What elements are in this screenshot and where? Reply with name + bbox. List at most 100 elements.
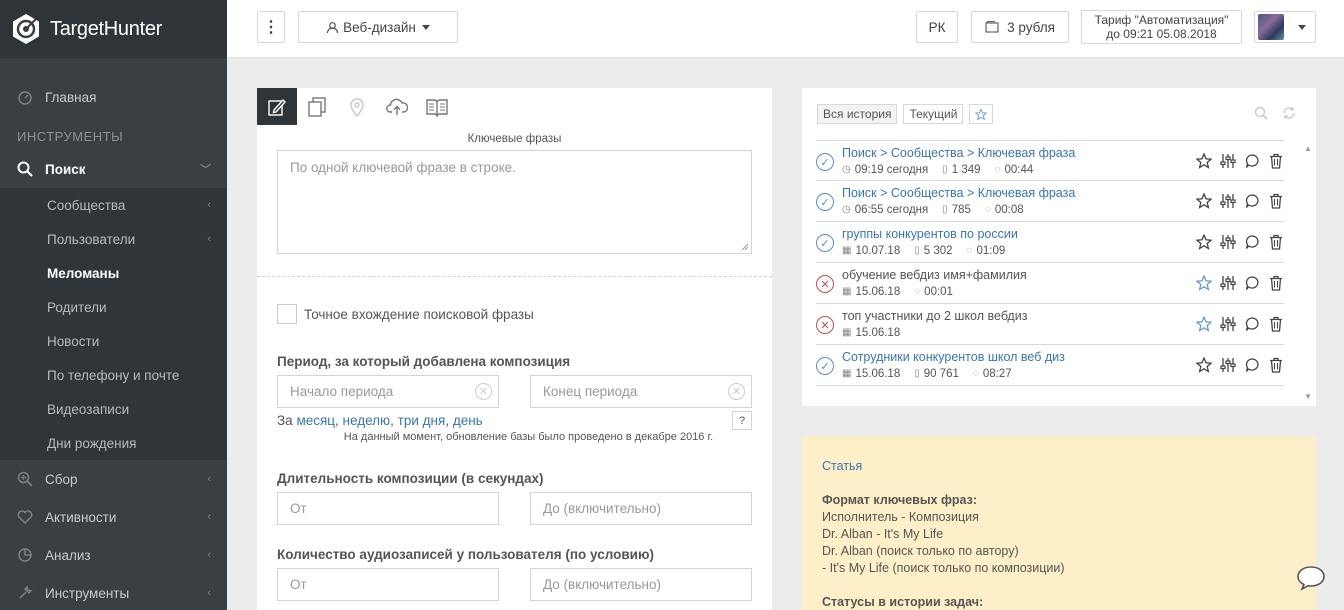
status-success-icon: ✓ — [816, 357, 834, 375]
scroll-up-icon[interactable]: ▲ — [1304, 144, 1312, 153]
subnav-users[interactable]: Пользователи ‹ — [0, 222, 227, 256]
scroll-down-icon[interactable]: ▼ — [1304, 392, 1312, 401]
subnav-birthdays[interactable]: Дни рождения — [0, 426, 227, 460]
clear-icon[interactable]: ✕ — [475, 383, 492, 400]
tab-location[interactable] — [337, 88, 377, 125]
calendar-icon: ▦ — [842, 286, 852, 297]
subnav-parents[interactable]: Родители — [0, 290, 227, 324]
nav-search-label: Поиск — [45, 161, 86, 177]
nav-tools[interactable]: Инструменты ‹ — [0, 574, 227, 610]
comment-icon[interactable] — [1244, 234, 1260, 250]
nav-home[interactable]: Главная — [0, 78, 227, 116]
star-icon[interactable] — [1196, 193, 1212, 209]
tab-keyphrases[interactable] — [257, 88, 297, 125]
history-row: ✕ топ участники до 2 школ вебдиз ▦ 15.06.18 — [816, 304, 1284, 345]
history-tab-current[interactable]: Текущий — [903, 104, 964, 124]
trash-icon[interactable] — [1268, 357, 1284, 373]
nav-activity-label: Активности — [45, 509, 117, 525]
chevron-left-icon: ‹ — [207, 549, 211, 561]
keyphrases-textarea[interactable]: По одной ключевой фразе в строке. — [277, 150, 752, 254]
heart-icon — [17, 510, 33, 525]
comment-icon[interactable] — [1244, 275, 1260, 291]
clear-icon[interactable]: ✕ — [728, 383, 745, 400]
logo-text: TargetHunter — [50, 17, 163, 40]
star-icon[interactable] — [1196, 316, 1212, 332]
comment-icon[interactable] — [1244, 316, 1260, 332]
resize-handle-icon[interactable] — [741, 243, 749, 251]
quick-3days-link[interactable]: три дня — [398, 413, 446, 428]
refresh-icon[interactable] — [1282, 106, 1296, 120]
exact-match-row[interactable]: Точное вхождение поисковой фразы — [277, 304, 752, 324]
logo[interactable]: TargetHunter — [0, 0, 227, 58]
star-icon[interactable] — [1196, 153, 1212, 169]
sliders-icon[interactable] — [1220, 357, 1236, 373]
trash-icon[interactable] — [1268, 234, 1284, 250]
nav-collect[interactable]: Сбор ‹ — [0, 460, 227, 498]
nav-activity[interactable]: Активности ‹ — [0, 498, 227, 536]
tab-upload[interactable] — [377, 88, 417, 125]
sliders-icon[interactable] — [1220, 153, 1236, 169]
trash-icon[interactable] — [1268, 193, 1284, 209]
duration-to-input[interactable]: До (включительно) — [530, 492, 752, 525]
sliders-icon[interactable] — [1220, 316, 1236, 332]
project-select[interactable]: Веб-дизайн — [298, 11, 458, 43]
history-actions — [1196, 234, 1284, 250]
balance-value: 3 рубля — [1007, 19, 1055, 35]
history-filter-starred[interactable] — [969, 104, 994, 124]
subnav-phone-email[interactable]: По телефону и почте — [0, 358, 227, 392]
chat-widget-button[interactable] — [1286, 560, 1336, 596]
subnav-music-lovers[interactable]: Меломаны — [0, 256, 227, 290]
history-tab-all[interactable]: Вся история — [817, 104, 898, 124]
sliders-icon[interactable] — [1220, 193, 1236, 209]
chevron-left-icon: ‹ — [207, 199, 211, 211]
help-panel: Статья Формат ключевых фраз: Исполнитель… — [802, 436, 1316, 610]
nav-analysis[interactable]: Анализ ‹ — [0, 536, 227, 574]
sliders-icon[interactable] — [1220, 275, 1236, 291]
duration-to-placeholder: До (включительно) — [543, 501, 662, 516]
period-start-input[interactable]: Начало периода ✕ — [277, 375, 499, 408]
trash-icon[interactable] — [1268, 275, 1284, 291]
tab-documents[interactable] — [297, 88, 337, 125]
wallet-icon — [985, 21, 999, 33]
user-icon — [327, 21, 339, 33]
nav-home-label: Главная — [45, 89, 97, 105]
comment-icon[interactable] — [1244, 193, 1260, 209]
audio-count-from-input[interactable]: От — [277, 568, 499, 601]
star-icon[interactable] — [1196, 234, 1212, 250]
subnav-videos[interactable]: Видеозаписи — [0, 392, 227, 426]
comment-icon[interactable] — [1244, 357, 1260, 373]
tariff-button[interactable]: Тариф "Автоматизация" до 09:21 05.08.201… — [1081, 10, 1242, 44]
trash-icon[interactable] — [1268, 316, 1284, 332]
comment-icon[interactable] — [1244, 153, 1260, 169]
nav-search[interactable]: Поиск ﹀ — [0, 150, 227, 188]
subnav-communities[interactable]: Сообщества ‹ — [0, 188, 227, 222]
star-icon[interactable] — [1196, 275, 1212, 291]
rk-button[interactable]: РК — [916, 11, 958, 43]
quick-month-link[interactable]: месяц — [296, 413, 335, 428]
period-end-input[interactable]: Конец периода ✕ — [530, 375, 752, 408]
article-link[interactable]: Статья — [822, 459, 862, 473]
caret-down-icon — [421, 24, 430, 30]
quick-day-link[interactable]: день — [453, 413, 483, 428]
trash-icon[interactable] — [1268, 153, 1284, 169]
sliders-icon[interactable] — [1220, 234, 1236, 250]
project-name: Веб-дизайн — [343, 19, 416, 35]
duration-from-input[interactable]: От — [277, 492, 499, 525]
history-duration: 00:08 — [994, 204, 1024, 216]
star-icon[interactable] — [1196, 357, 1212, 373]
exact-match-checkbox[interactable] — [277, 304, 297, 324]
quick-period: За месяц, неделю, три дня, день ? — [277, 411, 752, 430]
quick-week-link[interactable]: неделю — [343, 413, 391, 428]
menu-kebab-button[interactable]: ⋮ — [257, 11, 285, 43]
tab-guide[interactable] — [417, 88, 457, 125]
balance-button[interactable]: 3 рубля — [971, 11, 1069, 43]
subnav-news[interactable]: Новости — [0, 324, 227, 358]
format-title: Формат ключевых фраз: — [822, 493, 977, 507]
account-menu[interactable] — [1254, 11, 1316, 43]
zoom-in-icon — [17, 471, 33, 487]
help-button[interactable]: ? — [732, 411, 752, 430]
search-icon[interactable] — [1254, 106, 1268, 120]
history-row: ✓ Поиск > Сообщества > Ключевая фраза ◷ 06:… — [816, 181, 1284, 222]
audio-count-to-input[interactable]: До (включительно) — [530, 568, 752, 601]
pie-chart-icon — [18, 548, 32, 562]
